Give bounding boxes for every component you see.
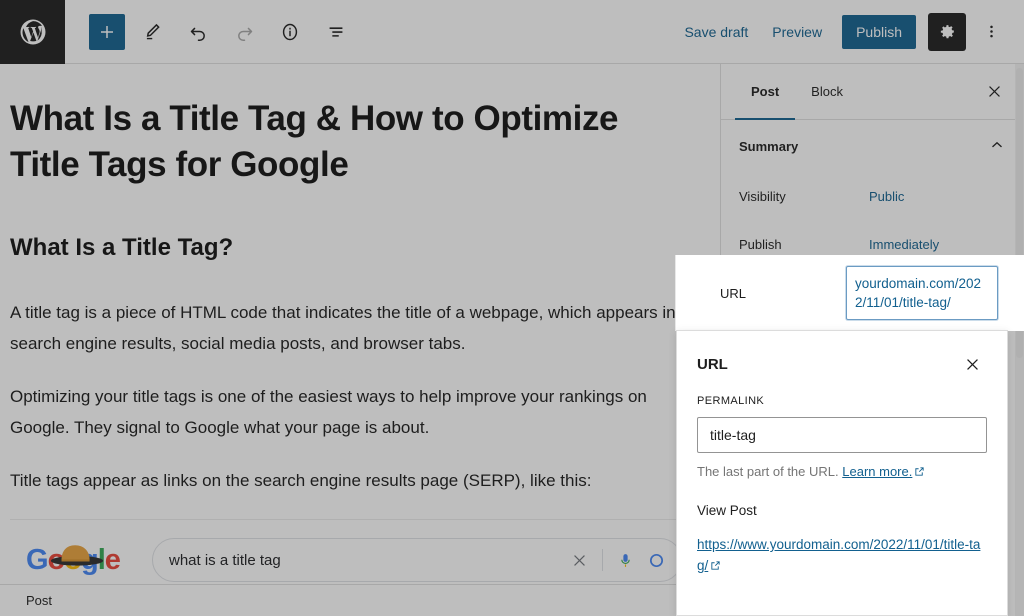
kebab-menu-icon [989, 21, 994, 42]
publish-value-button[interactable]: Immediately [865, 235, 943, 254]
wordpress-logo-icon[interactable] [0, 0, 65, 64]
paragraph-block[interactable]: Optimizing your title tags is one of the… [10, 382, 680, 444]
google-search-query: what is a title tag [169, 552, 571, 569]
summary-section-title: Summary [739, 139, 798, 154]
google-search-input[interactable]: what is a title tag [152, 538, 682, 582]
google-logo: Google [26, 544, 134, 577]
url-value-button[interactable]: yourdomain.com/2022/11/01/title-tag/ [846, 266, 998, 320]
external-link-icon [914, 465, 925, 480]
preview-button[interactable]: Preview [762, 16, 832, 48]
save-draft-button[interactable]: Save draft [674, 16, 758, 48]
summary-section-header[interactable]: Summary [721, 120, 1024, 172]
gear-icon [938, 22, 957, 41]
undo-arrow-icon [188, 21, 209, 42]
summary-row-visibility: Visibility Public [721, 172, 1024, 220]
paragraph-block[interactable]: A title tag is a piece of HTML code that… [10, 298, 680, 360]
chevron-up-icon[interactable] [988, 136, 1006, 157]
sidebar-tabs: Post Block [721, 64, 1024, 120]
microphone-icon[interactable] [617, 551, 634, 570]
url-popover-header: URL [697, 347, 987, 381]
page-title[interactable]: What Is a Title Tag & How to Optimize Ti… [10, 96, 680, 188]
publish-button[interactable]: Publish [842, 15, 916, 49]
close-x-icon [986, 83, 1003, 100]
url-label: URL [720, 286, 846, 301]
breadcrumb-post[interactable]: Post [26, 593, 52, 608]
toolbar-tools-group [65, 13, 355, 51]
learn-more-link[interactable]: Learn more. [842, 464, 912, 479]
external-link-icon [710, 557, 721, 578]
info-circle-icon [279, 21, 301, 43]
permalink-help-label: The last part of the URL. [697, 464, 839, 479]
visibility-value-button[interactable]: Public [865, 187, 908, 206]
undo-button[interactable] [179, 13, 217, 51]
view-post-url: https://www.yourdomain.com/2022/11/01/ti… [697, 537, 980, 573]
redo-arrow-icon [234, 21, 255, 42]
heading-block[interactable]: What Is a Title Tag? [10, 234, 680, 262]
view-post-label: View Post [697, 503, 987, 518]
plus-icon [98, 23, 116, 41]
more-options-button[interactable] [974, 13, 1008, 51]
divider [602, 549, 603, 571]
list-view-button[interactable] [317, 13, 355, 51]
close-popover-button[interactable] [957, 349, 987, 379]
pencil-icon [142, 21, 163, 42]
breadcrumb: Post [0, 584, 720, 616]
summary-row-url: URL yourdomain.com/2022/11/01/title-tag/ [675, 255, 1024, 331]
url-row-divider [675, 255, 676, 331]
hat-doodle-icon [48, 539, 106, 569]
close-x-icon [964, 356, 981, 373]
settings-button[interactable] [928, 13, 966, 51]
permalink-help-text: The last part of the URL. Learn more. [697, 464, 987, 480]
permalink-label: PERMALINK [697, 395, 987, 407]
url-popover-title: URL [697, 356, 728, 373]
tab-block[interactable]: Block [795, 64, 859, 119]
view-post-link[interactable]: https://www.yourdomain.com/2022/11/01/ti… [697, 535, 987, 578]
camera-lens-icon[interactable] [648, 552, 665, 569]
redo-button[interactable] [225, 13, 263, 51]
details-button[interactable] [271, 13, 309, 51]
edit-tool-button[interactable] [133, 13, 171, 51]
learn-more-label: Learn more. [842, 464, 912, 479]
publish-label: Publish [739, 237, 865, 252]
list-view-icon [325, 21, 347, 43]
post-editor-canvas[interactable]: What Is a Title Tag & How to Optimize Ti… [0, 64, 720, 616]
close-sidebar-button[interactable] [976, 74, 1012, 110]
wordpress-block-editor: Save draft Preview Publish [0, 0, 1024, 616]
url-popover: URL PERMALINK The last part of the URL. … [676, 330, 1008, 616]
paragraph-block[interactable]: Title tags appear as links on the search… [10, 466, 680, 497]
toolbar-actions-group: Save draft Preview Publish [674, 13, 1024, 51]
editor-toolbar: Save draft Preview Publish [0, 0, 1024, 64]
visibility-label: Visibility [739, 189, 865, 204]
add-block-button[interactable] [89, 14, 125, 50]
close-x-icon[interactable] [571, 552, 588, 569]
permalink-input[interactable] [697, 417, 987, 453]
tab-post[interactable]: Post [735, 64, 795, 119]
